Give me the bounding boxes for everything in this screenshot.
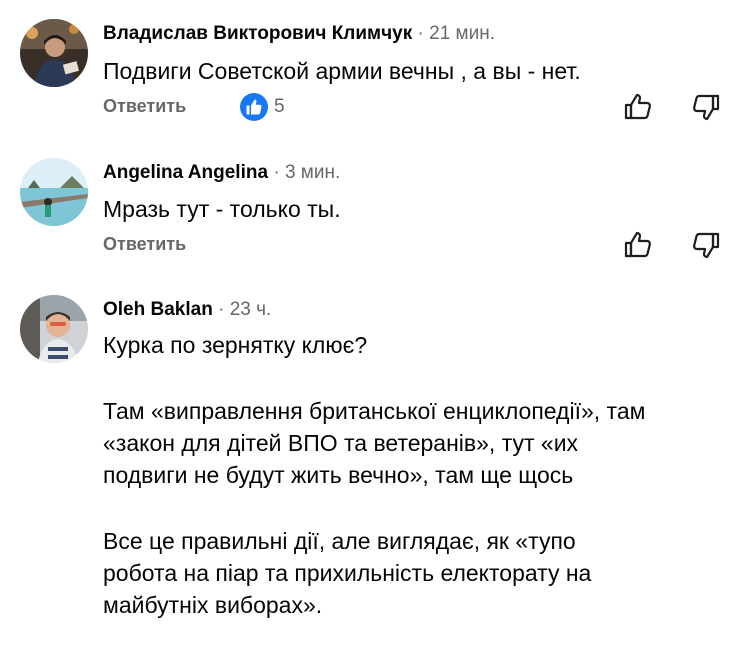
author-name[interactable]: Angelina Angelina bbox=[103, 162, 268, 183]
separator-dot: · bbox=[273, 162, 280, 183]
user-photo-icon bbox=[20, 295, 88, 363]
beach-photo-icon bbox=[20, 158, 88, 226]
avatar[interactable] bbox=[20, 295, 88, 363]
comment-text: Мразь тут - только ты. bbox=[103, 196, 341, 222]
timestamp[interactable]: 21 мин. bbox=[429, 23, 495, 44]
comment-paragraph: Курка по зернятку клює? bbox=[103, 332, 368, 358]
comment-header: Angelina Angelina · 3 мин. bbox=[103, 160, 340, 186]
thumbs-down-outline-icon[interactable] bbox=[690, 91, 722, 123]
reaction-summary[interactable]: 5 bbox=[240, 93, 285, 121]
like-icon bbox=[240, 93, 268, 121]
timestamp[interactable]: 23 ч. bbox=[230, 299, 272, 320]
comment-text: Курка по зернятку клює? Там «виправлення… bbox=[103, 329, 645, 621]
thumbs-up-outline-icon[interactable] bbox=[622, 91, 654, 123]
comment-actions: Ответить 5 bbox=[0, 89, 740, 125]
comment-actions: Ответить bbox=[0, 227, 740, 263]
separator-dot: · bbox=[417, 23, 424, 44]
author-name[interactable]: Oleh Baklan bbox=[103, 299, 213, 320]
comment-text: Подвиги Советской армии вечны , а вы - н… bbox=[103, 58, 581, 84]
comment-header: Oleh Baklan · 23 ч. bbox=[103, 297, 271, 323]
comment-paragraph: Там «виправлення британської енциклопеді… bbox=[103, 398, 646, 488]
thumbs-up-outline-icon[interactable] bbox=[622, 229, 654, 261]
reaction-count: 5 bbox=[274, 96, 285, 117]
avatar[interactable] bbox=[20, 19, 88, 87]
reply-button[interactable]: Ответить bbox=[103, 234, 186, 255]
user-photo-icon bbox=[20, 19, 88, 87]
avatar[interactable] bbox=[20, 158, 88, 226]
thumbs-down-outline-icon[interactable] bbox=[690, 229, 722, 261]
timestamp[interactable]: 3 мин. bbox=[285, 162, 340, 183]
scrollbar[interactable] bbox=[734, 0, 738, 651]
reply-button[interactable]: Ответить bbox=[103, 96, 186, 117]
separator-dot: · bbox=[218, 299, 225, 320]
comment-paragraph: Все це правильні дії, але виглядає, як «… bbox=[103, 528, 592, 618]
comment-header: Владислав Викторович Климчук · 21 мин. bbox=[103, 21, 495, 47]
author-name[interactable]: Владислав Викторович Климчук bbox=[103, 23, 412, 44]
